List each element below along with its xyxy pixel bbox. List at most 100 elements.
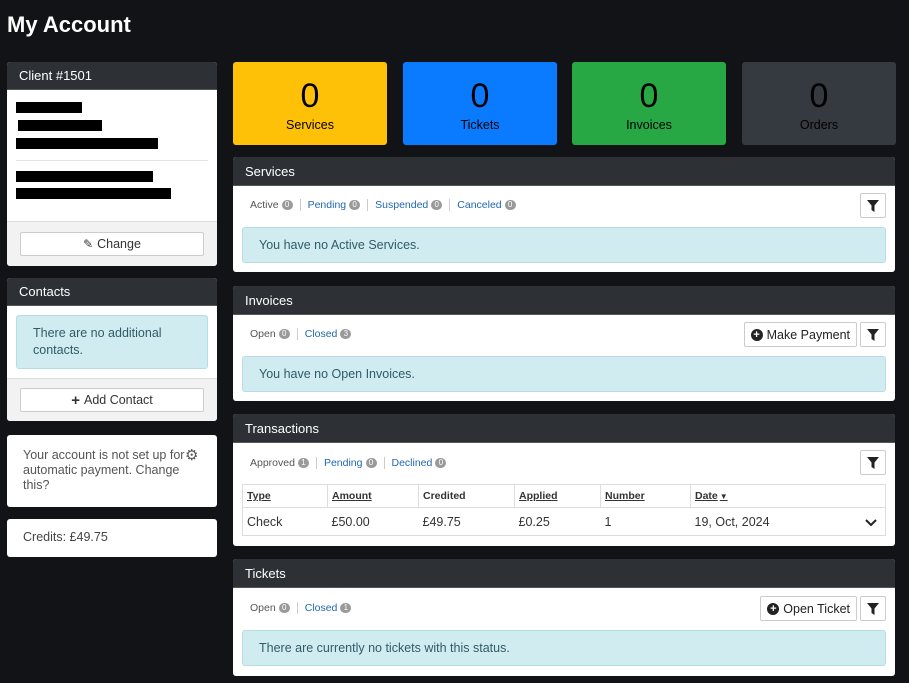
filter-canceled-count: 0 — [504, 200, 516, 210]
services-filter-button[interactable] — [860, 193, 886, 218]
transactions-panel: Transactions Approved 1 Pending 0 Declined… — [233, 414, 895, 546]
filter-pending-label: Pending — [307, 199, 347, 211]
tickets-header: Tickets — [233, 559, 895, 588]
filter-approved-label: Approved — [250, 457, 295, 469]
invoices-message: You have no Open Invoices. — [242, 356, 886, 392]
filter-closed-label: Closed — [304, 602, 338, 614]
stat-services-label: Services — [286, 118, 334, 132]
filter-active-label: Active — [250, 199, 279, 211]
invoices-header: Invoices — [233, 286, 895, 315]
cell-applied: £0.25 — [518, 514, 550, 529]
stat-services-value: 0 — [300, 77, 320, 115]
redacted-company — [18, 120, 102, 131]
table-row[interactable]: Check £50.00 £49.75 £0.25 1 19, Oct, 202… — [243, 508, 886, 536]
filter-pending-label: Pending — [323, 457, 363, 469]
stat-orders[interactable]: 0 Orders — [742, 62, 896, 145]
filter-open-count: 0 — [278, 603, 290, 613]
filter-canceled-label: Canceled — [457, 199, 502, 211]
open-ticket-button[interactable]: + Open Ticket — [760, 596, 857, 621]
filter-approved[interactable]: Approved 1 — [250, 457, 317, 469]
filter-active[interactable]: Active 0 — [250, 199, 301, 211]
transactions-table: Type Amount Credited Applied Number Date… — [242, 484, 886, 536]
stat-tickets[interactable]: 0 Tickets — [403, 62, 557, 145]
filter-declined-label: Declined — [391, 457, 433, 469]
col-applied[interactable]: Applied — [514, 484, 601, 508]
stat-tickets-label: Tickets — [460, 118, 500, 132]
cell-date-value: 19, Oct, 2024 — [694, 514, 770, 529]
change-button[interactable]: ✎ Change — [20, 232, 204, 256]
tickets-panel: Tickets Open 0 Closed 1 + Open Ticket Ther… — [233, 559, 895, 676]
cell-credited: £49.75 — [422, 514, 461, 529]
tickets-filter-button[interactable] — [860, 596, 886, 621]
gear-icon[interactable]: ⚙ — [185, 446, 198, 464]
filter-canceled[interactable]: Canceled 0 — [450, 199, 522, 211]
filter-declined-count: 0 — [435, 458, 447, 468]
funnel-icon — [867, 328, 879, 341]
redacted-address — [16, 138, 158, 149]
filter-closed[interactable]: Closed 1 — [298, 602, 359, 614]
invoices-filter-button[interactable] — [860, 322, 886, 347]
sort-caret-icon: ▼ — [719, 492, 728, 501]
filter-suspended[interactable]: Suspended 0 — [368, 199, 451, 211]
filter-pending[interactable]: Pending 0 — [317, 457, 385, 469]
funnel-icon — [867, 199, 879, 212]
col-type[interactable]: Type — [242, 484, 328, 508]
client-card-header: Client #1501 — [7, 62, 217, 90]
filter-open[interactable]: Open 0 — [250, 602, 298, 614]
make-payment-button[interactable]: + Make Payment — [743, 322, 857, 347]
services-filters: Active 0 Pending 0 Suspended 0 Canceled 0 — [250, 199, 523, 211]
col-number[interactable]: Number — [600, 484, 691, 508]
redacted-email — [16, 171, 153, 182]
plus-circle-icon: + — [767, 602, 780, 615]
filter-open-label: Open — [250, 602, 276, 614]
contacts-card-header: Contacts — [7, 278, 217, 306]
table-header-row: Type Amount Credited Applied Number Date… — [242, 484, 886, 508]
services-header: Services — [233, 157, 895, 186]
stat-invoices-value: 0 — [639, 77, 659, 115]
col-amount[interactable]: Amount — [327, 484, 419, 508]
cell-date: 19, Oct, 2024 — [691, 508, 886, 536]
services-message: You have no Active Services. — [242, 227, 886, 263]
filter-open-label: Open — [250, 328, 276, 340]
client-card-footer: ✎ Change — [7, 221, 217, 266]
credits-text: Credits: £49.75 — [23, 530, 108, 544]
funnel-icon — [867, 602, 879, 615]
page-title: My Account — [7, 12, 131, 37]
stat-services[interactable]: 0 Services — [233, 62, 387, 145]
transactions-header: Transactions — [233, 414, 895, 443]
redacted-name — [16, 102, 82, 113]
stat-orders-value: 0 — [809, 77, 829, 115]
filter-pending[interactable]: Pending 0 — [301, 199, 369, 211]
cell-type: Check — [247, 514, 283, 529]
filter-closed-label: Closed — [304, 328, 338, 340]
funnel-icon — [867, 456, 879, 469]
filter-closed-count: 3 — [340, 329, 352, 339]
filter-declined[interactable]: Declined 0 — [385, 457, 454, 469]
credits-card: Credits: £49.75 — [7, 519, 217, 557]
filter-pending-count: 0 — [349, 200, 361, 210]
filter-closed-count: 1 — [340, 603, 352, 613]
add-contact-label: Add Contact — [83, 393, 153, 407]
make-payment-label: Make Payment — [766, 327, 850, 342]
autopay-card: Your account is not set up for automatic… — [7, 435, 217, 507]
filter-open[interactable]: Open 0 — [250, 328, 298, 340]
filter-approved-count: 1 — [297, 458, 309, 468]
transactions-filters: Approved 1 Pending 0 Declined 0 — [250, 457, 453, 469]
chevron-down-icon[interactable] — [865, 519, 877, 527]
client-card: Client #1501 ✎ Change — [7, 62, 217, 266]
filter-suspended-label: Suspended — [375, 199, 429, 211]
transactions-filter-button[interactable] — [860, 450, 886, 475]
add-contact-button[interactable]: + Add Contact — [20, 388, 204, 412]
filter-closed[interactable]: Closed 3 — [298, 328, 359, 340]
tickets-message: There are currently no tickets with this… — [242, 630, 886, 666]
autopay-message[interactable]: Your account is not set up for automatic… — [23, 448, 185, 493]
stat-invoices[interactable]: 0 Invoices — [572, 62, 726, 145]
plus-circle-icon: + — [750, 328, 763, 341]
cell-number: 1 — [604, 514, 612, 529]
tickets-filters: Open 0 Closed 1 — [250, 602, 358, 614]
pencil-icon: ✎ — [83, 237, 94, 251]
col-date[interactable]: Date ▼ — [690, 484, 886, 508]
cell-amount: £50.00 — [331, 514, 370, 529]
filter-pending-count: 0 — [365, 458, 377, 468]
divider — [16, 160, 208, 161]
